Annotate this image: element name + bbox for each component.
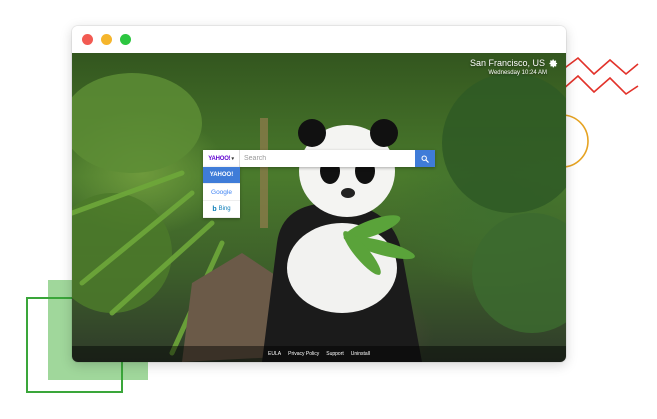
engine-option-google[interactable]: Google xyxy=(203,184,240,201)
support-link[interactable]: Support xyxy=(326,351,344,357)
privacy-policy-link[interactable]: Privacy Policy xyxy=(288,351,319,357)
panda-background-image xyxy=(72,73,566,362)
search-bar: YAHOO! ▾ xyxy=(203,150,435,167)
engine-option-bing[interactable]: b Bing xyxy=(203,201,240,218)
browser-window: San Francisco, US Wednesday 10:24 AM YAH… xyxy=(72,26,566,362)
footer-links: EULA Privacy Policy Support Uninstall xyxy=(72,346,566,362)
location-widget: San Francisco, US Wednesday 10:24 AM xyxy=(470,58,558,76)
maximize-window-button[interactable] xyxy=(120,34,131,45)
engine-option-label: Bing xyxy=(218,206,231,212)
engine-option-label: YAHOO! xyxy=(209,172,234,178)
minimize-window-button[interactable] xyxy=(101,34,112,45)
bing-logo-icon: b xyxy=(212,205,217,213)
new-tab-page: San Francisco, US Wednesday 10:24 AM YAH… xyxy=(72,53,566,362)
gear-icon[interactable] xyxy=(549,58,558,68)
location-datetime: Wednesday 10:24 AM xyxy=(488,70,547,76)
search-input[interactable] xyxy=(240,150,415,167)
title-bar xyxy=(72,26,566,53)
search-engine-dropdown: YAHOO! Google b Bing xyxy=(203,167,240,218)
selected-engine-label: YAHOO! xyxy=(208,155,231,162)
uninstall-link[interactable]: Uninstall xyxy=(351,351,370,357)
location-city: San Francisco, US xyxy=(469,58,545,68)
red-zigzag-decoration xyxy=(561,56,639,96)
search-button[interactable] xyxy=(415,150,435,167)
engine-option-label: Google xyxy=(211,188,232,196)
engine-option-yahoo[interactable]: YAHOO! xyxy=(203,167,240,184)
close-window-button[interactable] xyxy=(82,34,93,45)
eula-link[interactable]: EULA xyxy=(268,351,281,357)
search-icon xyxy=(421,155,429,163)
chevron-down-icon: ▾ xyxy=(231,155,234,162)
search-engine-select[interactable]: YAHOO! ▾ xyxy=(203,150,240,167)
